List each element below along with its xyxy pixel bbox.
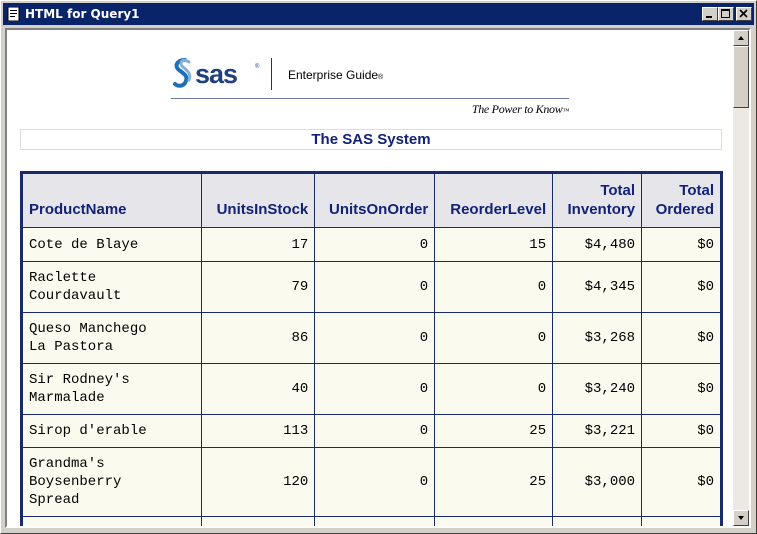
units-in-stock-cell: 86 (201, 312, 316, 364)
banner-rule (171, 98, 569, 99)
units-on-order-cell: 0 (314, 447, 436, 517)
maximize-icon (721, 9, 730, 18)
units-on-order-cell: 0 (314, 261, 436, 313)
minimize-button[interactable] (702, 7, 718, 21)
sas-banner: sas ® Enterprise Guide® The Power to Kno… (171, 52, 569, 118)
title-bar[interactable]: HTML for Query1 (3, 3, 754, 25)
banner-separator (271, 58, 272, 90)
scroll-up-button[interactable] (733, 30, 749, 46)
column-header-productname: ProductName (21, 173, 203, 228)
column-header-unitsinstock: UnitsInStock (201, 173, 316, 228)
total-ordered-cell (641, 516, 721, 526)
product-name-cell: Sir Rodney's Marmalade (21, 363, 203, 415)
units-on-order-cell: 0 (314, 227, 436, 262)
reorder-level-cell: 0 (434, 363, 554, 415)
column-header-reorderlevel: ReorderLevel (434, 173, 554, 228)
tagline: The Power to Know™ (471, 102, 569, 116)
table-row: Raclette Courdavault 79 0 0 $4,345 $0 (21, 261, 721, 313)
total-ordered-cell: $0 (641, 363, 721, 415)
total-inventory-cell: $3,221 (552, 414, 643, 448)
maximize-button[interactable] (718, 7, 734, 21)
units-on-order-cell: 0 (314, 363, 436, 415)
vertical-scrollbar[interactable] (733, 30, 749, 526)
reorder-level-cell: 0 (434, 312, 554, 364)
data-table: ProductName UnitsInStock UnitsOnOrder Re… (20, 171, 723, 526)
minimize-icon (706, 16, 712, 18)
reorder-level-cell: 25 (434, 414, 554, 448)
reorder-level-cell: 15 (434, 227, 554, 262)
close-icon (739, 9, 748, 18)
total-ordered-cell: $0 (641, 227, 721, 262)
column-header-total-ordered: Total Ordered (641, 173, 721, 228)
svg-text:®: ® (255, 63, 260, 70)
browser-window: HTML for Query1 sas ® Enterprise Guide® (0, 0, 757, 534)
units-on-order-cell: 0 (314, 414, 436, 448)
header-row: ProductName UnitsInStock UnitsOnOrder Re… (21, 173, 721, 228)
column-header-unitsonorder: UnitsOnOrder (314, 173, 436, 228)
arrow-up-icon (738, 36, 744, 40)
product-name: Enterprise Guide® (288, 68, 384, 82)
product-name-cell (21, 516, 203, 526)
units-in-stock-cell: 120 (201, 447, 316, 517)
total-inventory-cell: $3,268 (552, 312, 643, 364)
table-row: Sir Rodney's Marmalade 40 0 0 $3,240 $0 (21, 363, 721, 415)
product-name-cell: Cote de Blaye (21, 227, 203, 262)
close-button[interactable] (736, 7, 752, 21)
units-on-order-cell (314, 516, 436, 526)
units-in-stock-cell (201, 516, 316, 526)
total-inventory-cell: $4,480 (552, 227, 643, 262)
reorder-level-cell: 0 (434, 261, 554, 313)
reorder-level-cell: 25 (434, 447, 554, 517)
total-ordered-cell: $0 (641, 261, 721, 313)
scroll-thumb[interactable] (733, 46, 749, 108)
product-name-cell: Queso Manchego La Pastora (21, 312, 203, 364)
html-document-icon (7, 7, 20, 21)
reorder-level-cell (434, 516, 554, 526)
table-row: Cote de Blaye 17 0 15 $4,480 $0 (21, 227, 721, 262)
table-row: Queso Manchego La Pastora 86 0 0 $3,268 $… (21, 312, 721, 364)
total-ordered-cell: $0 (641, 414, 721, 448)
total-inventory-cell: $3,000 (552, 447, 643, 517)
report-title: The SAS System (20, 129, 722, 150)
product-name-cell: Raclette Courdavault (21, 261, 203, 313)
scroll-down-button[interactable] (733, 510, 749, 526)
total-inventory-cell (552, 516, 643, 526)
svg-text:sas: sas (195, 59, 237, 89)
product-name-cell: Grandma's Boysenberry Spread (21, 447, 203, 517)
units-in-stock-cell: 40 (201, 363, 316, 415)
total-inventory-cell: $4,345 (552, 261, 643, 313)
table-row: Sirop d'erable 113 0 25 $3,221 $0 (21, 414, 721, 448)
units-in-stock-cell: 17 (201, 227, 316, 262)
units-in-stock-cell: 79 (201, 261, 316, 313)
arrow-down-icon (738, 516, 744, 520)
total-ordered-cell: $0 (641, 447, 721, 517)
window-title: HTML for Query1 (25, 7, 140, 21)
column-header-total-inventory: Total Inventory (552, 173, 643, 228)
units-on-order-cell: 0 (314, 312, 436, 364)
sas-logo: sas ® (173, 58, 260, 89)
report-content: sas ® Enterprise Guide® The Power to Kno… (7, 30, 733, 526)
total-inventory-cell: $3,240 (552, 363, 643, 415)
units-in-stock-cell: 113 (201, 414, 316, 448)
product-name-cell: Sirop d'erable (21, 414, 203, 448)
table-row: Grandma's Boysenberry Spread 120 0 25 $3,0… (21, 447, 721, 517)
table-row (21, 516, 721, 526)
total-ordered-cell: $0 (641, 312, 721, 364)
document-viewport: sas ® Enterprise Guide® The Power to Kno… (5, 28, 751, 528)
